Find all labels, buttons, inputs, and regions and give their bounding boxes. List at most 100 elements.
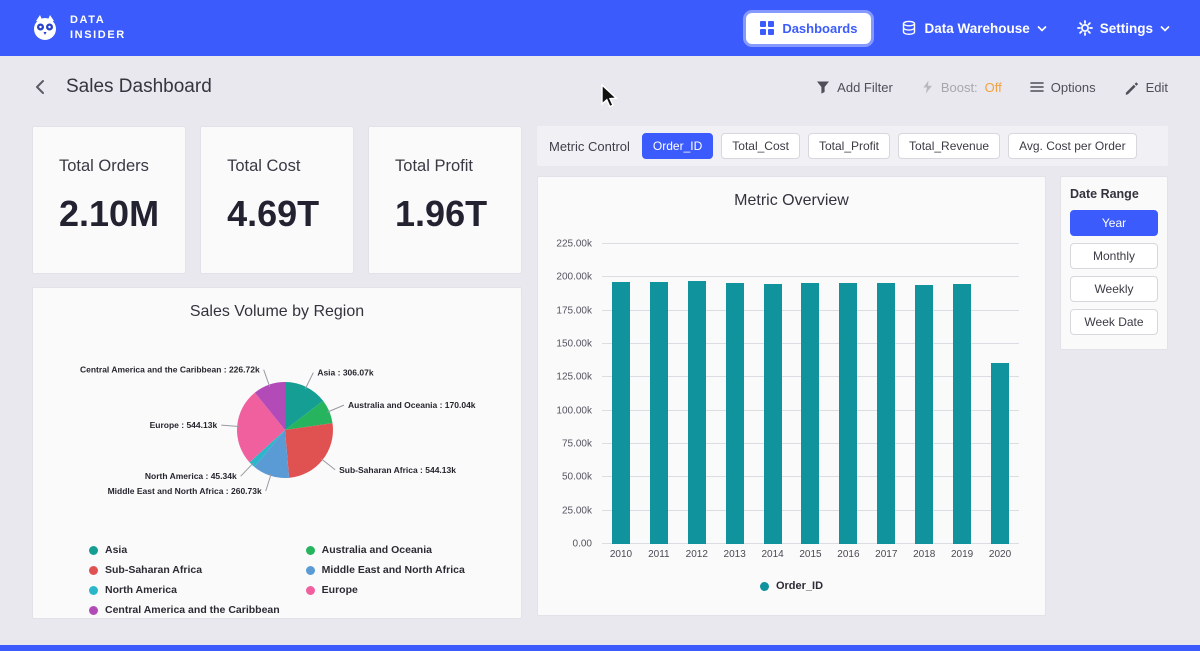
pie-callout-line xyxy=(221,425,239,426)
x-tick-label: 2017 xyxy=(867,549,905,560)
date-range-button-year[interactable]: Year xyxy=(1070,210,1158,236)
bar-legend-dot xyxy=(760,582,769,591)
legend-dot xyxy=(89,546,98,555)
pie-label-middle-east-and-north-africa: Middle East and North Africa : 260.73k xyxy=(108,486,262,496)
y-tick-label: 75.00k xyxy=(562,439,592,450)
brand-text: DATA INSIDER xyxy=(70,13,126,44)
data-warehouse-label: Data Warehouse xyxy=(924,21,1029,36)
bar-2013[interactable] xyxy=(726,283,744,544)
options-button[interactable]: Options xyxy=(1030,80,1096,95)
legend-item-middle-east-and-north-africa[interactable]: Middle East and North Africa xyxy=(306,564,465,576)
bar-cell xyxy=(867,244,905,544)
metric-button-order-id[interactable]: Order_ID xyxy=(642,133,713,159)
legend-item-sub-saharan-africa[interactable]: Sub-Saharan Africa xyxy=(89,564,280,576)
kpi-title: Total Orders xyxy=(59,157,159,176)
legend-dot xyxy=(306,546,315,555)
y-tick-label: 50.00k xyxy=(562,472,592,483)
bar-2011[interactable] xyxy=(650,282,668,544)
brand-line1: DATA xyxy=(70,13,126,28)
date-range-button-week-date[interactable]: Week Date xyxy=(1070,309,1158,335)
nav-settings[interactable]: Settings xyxy=(1077,20,1170,36)
x-tick-label: 2010 xyxy=(602,549,640,560)
legend-dot xyxy=(306,566,315,575)
navbar: DATA INSIDER Dashboards D xyxy=(0,0,1200,56)
metric-button-total-revenue[interactable]: Total_Revenue xyxy=(898,133,1000,159)
legend-dot xyxy=(89,606,98,615)
metric-button-total-profit[interactable]: Total_Profit xyxy=(808,133,890,159)
x-tick-label: 2019 xyxy=(943,549,981,560)
dashboards-grid-icon xyxy=(760,21,774,35)
page-title: Sales Dashboard xyxy=(66,76,212,98)
kpi-title: Total Profit xyxy=(395,157,495,176)
bar-2019[interactable] xyxy=(953,284,971,544)
bar-chart-card: Metric Overview 0.0025.00k50.00k75.00k10… xyxy=(537,176,1046,616)
pie-label-north-america: North America : 45.34k xyxy=(145,471,237,481)
bar-2012[interactable] xyxy=(688,281,706,544)
bar-legend[interactable]: Order_ID xyxy=(538,580,1045,592)
x-tick-label: 2018 xyxy=(905,549,943,560)
metric-button-avg-cost-per-order[interactable]: Avg. Cost per Order xyxy=(1008,133,1137,159)
pie-legend-column: Asia Sub-Saharan Africa North America Centr… xyxy=(89,544,280,616)
back-button[interactable] xyxy=(32,78,50,96)
chevron-down-icon xyxy=(1160,25,1170,32)
pie-label-sub-saharan-africa: Sub-Saharan Africa : 544.13k xyxy=(339,465,456,475)
x-tick-label: 2014 xyxy=(754,549,792,560)
pie-slice-sub-saharan-africa[interactable] xyxy=(285,423,333,478)
bar-2016[interactable] xyxy=(839,283,857,544)
x-tick-label: 2015 xyxy=(792,549,830,560)
bar-2010[interactable] xyxy=(612,282,630,544)
pie-callout-line xyxy=(264,370,270,387)
pie-svg: Asia : 306.07kAustralia and Oceania : 17… xyxy=(33,326,521,536)
right-column: Metric Control Order_IDTotal_CostTotal_P… xyxy=(537,126,1168,645)
nav-data-warehouse[interactable]: Data Warehouse xyxy=(901,20,1046,36)
bar-cell xyxy=(716,244,754,544)
options-list-icon xyxy=(1030,80,1044,94)
dashboards-button[interactable]: Dashboards xyxy=(746,13,871,44)
legend-item-north-america[interactable]: North America xyxy=(89,584,280,596)
brand-logo[interactable]: DATA INSIDER xyxy=(30,13,126,44)
metric-button-total-cost[interactable]: Total_Cost xyxy=(721,133,800,159)
bar-2018[interactable] xyxy=(915,285,933,544)
legend-item-central-america-and-the-caribbean[interactable]: Central America and the Caribbean xyxy=(89,604,280,616)
bar-cell xyxy=(754,244,792,544)
pie-legend-column: Australia and Oceania Middle East and Nor… xyxy=(306,544,465,616)
bar-plot: 0.0025.00k50.00k75.00k100.00k125.00k150.… xyxy=(602,244,1019,544)
date-range-button-weekly[interactable]: Weekly xyxy=(1070,276,1158,302)
bar-2015[interactable] xyxy=(801,283,819,544)
bar-cell xyxy=(640,244,678,544)
add-filter-button[interactable]: Add Filter xyxy=(816,80,893,95)
kpi-card-total-orders: Total Orders2.10M xyxy=(32,126,186,274)
edit-pencil-icon xyxy=(1124,80,1139,95)
kpi-title: Total Cost xyxy=(227,157,327,176)
edit-label: Edit xyxy=(1146,80,1168,95)
legend-item-europe[interactable]: Europe xyxy=(306,584,465,596)
bar-2017[interactable] xyxy=(877,283,895,544)
gear-icon xyxy=(1077,20,1093,36)
date-range-button-monthly[interactable]: Monthly xyxy=(1070,243,1158,269)
x-tick-label: 2012 xyxy=(678,549,716,560)
pie-callout-line xyxy=(305,373,313,389)
edit-button[interactable]: Edit xyxy=(1124,80,1168,95)
bar-x-labels: 2010201120122013201420152016201720182019… xyxy=(602,549,1019,560)
legend-item-australia-and-oceania[interactable]: Australia and Oceania xyxy=(306,544,465,556)
pie-callout-line xyxy=(321,459,335,470)
bar-y-axis: 0.0025.00k50.00k75.00k100.00k125.00k150.… xyxy=(544,244,592,544)
bar-cell xyxy=(905,244,943,544)
bar-2014[interactable] xyxy=(764,284,782,544)
kpi-value: 4.69T xyxy=(227,193,327,235)
settings-label: Settings xyxy=(1100,21,1153,36)
boost-label: Boost: xyxy=(941,80,978,95)
boost-bolt-icon xyxy=(921,80,934,94)
pie-label-europe: Europe : 544.13k xyxy=(150,420,218,430)
pie-callout-line xyxy=(327,405,344,412)
legend-item-asia[interactable]: Asia xyxy=(89,544,280,556)
footer-strip xyxy=(0,645,1200,651)
bar-2020[interactable] xyxy=(991,363,1009,544)
boost-toggle[interactable]: Boost: Off xyxy=(921,80,1002,95)
y-tick-label: 25.00k xyxy=(562,505,592,516)
add-filter-label: Add Filter xyxy=(837,80,893,95)
pie-callout-line xyxy=(266,474,271,491)
metric-control-bar: Metric Control Order_IDTotal_CostTotal_P… xyxy=(537,126,1168,166)
bar-cell xyxy=(678,244,716,544)
y-tick-label: 225.00k xyxy=(556,239,592,250)
